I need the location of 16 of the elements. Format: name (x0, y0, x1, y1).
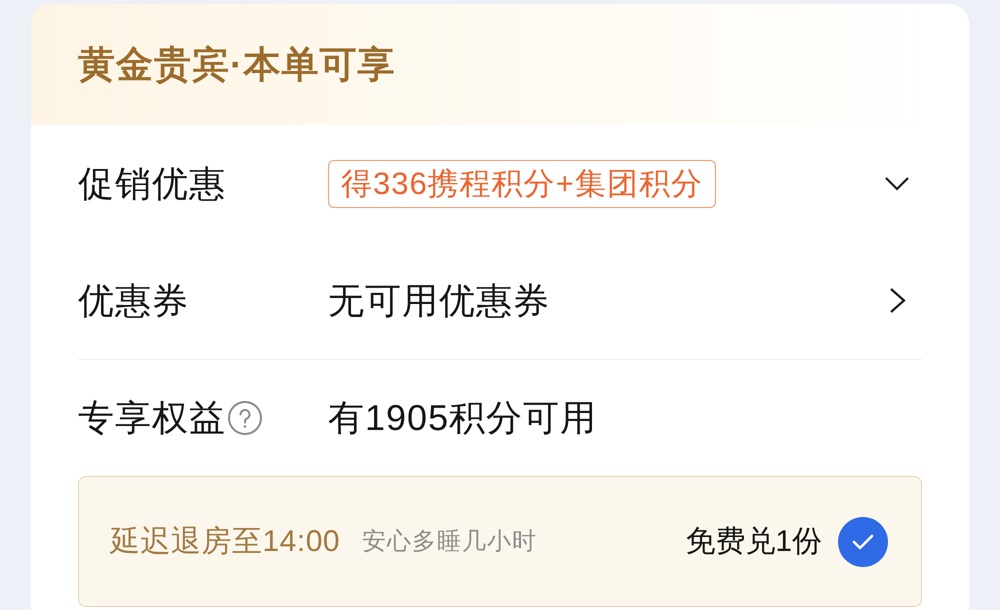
chevron-right-icon[interactable] (889, 287, 906, 314)
row-label: 优惠券 (78, 282, 189, 318)
row-value: 无可用优惠券 (328, 282, 550, 318)
help-icon[interactable] (228, 401, 262, 435)
card-title: 黄金贵宾·本单可享 (78, 46, 396, 83)
checkbox[interactable] (838, 516, 888, 566)
benefit-title: 延迟退房至14:00 (110, 526, 340, 556)
row-label: 促销优惠 (78, 166, 226, 202)
promo-tag: 得336携程积分+集团积分 (328, 160, 716, 208)
row-label: 专享权益 (78, 400, 226, 436)
row-value: 有1905积分可用 (328, 400, 598, 436)
benefit-subtitle: 安心多睡几小时 (362, 530, 538, 554)
chevron-down-icon[interactable] (884, 175, 910, 192)
benefit-price: 免费兑1份 (685, 526, 822, 556)
benefit-option[interactable]: 延迟退房至14:00 安心多睡几小时 免费兑1份 (78, 476, 922, 607)
check-icon (852, 534, 874, 550)
